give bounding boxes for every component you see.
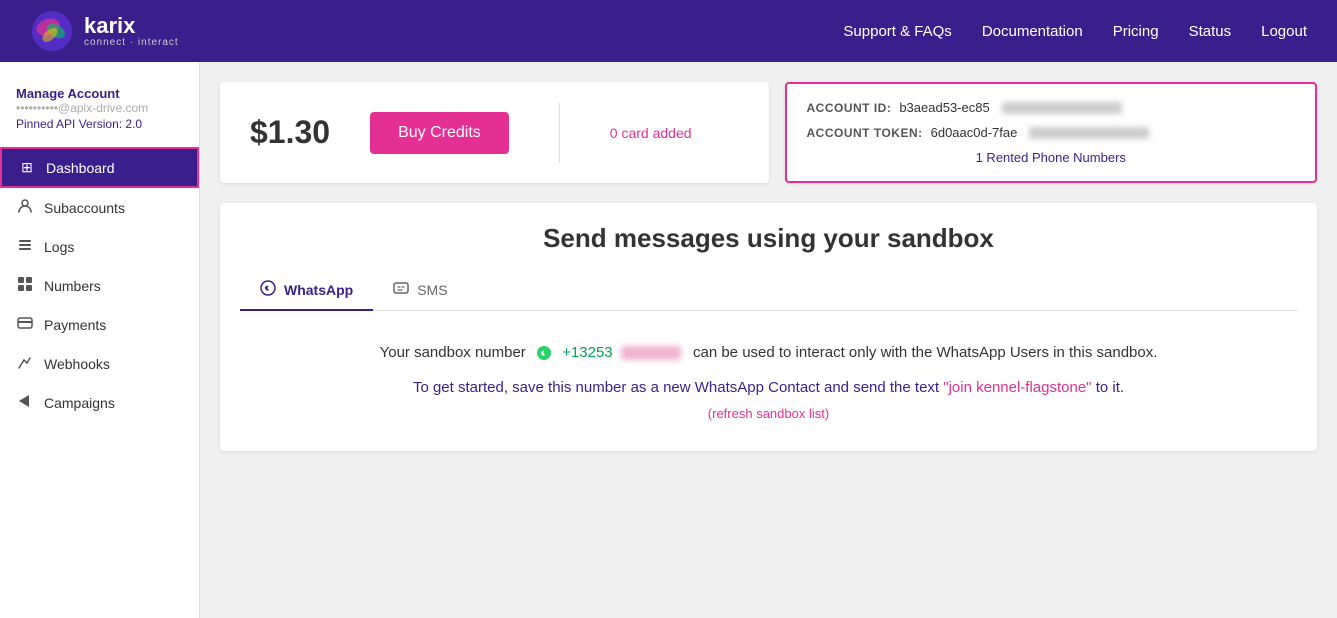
sidebar-item-campaigns[interactable]: Campaigns: [0, 383, 199, 422]
account-email: ••••••••••@apix-drive.com: [16, 101, 183, 115]
sms-tab-label: SMS: [417, 282, 447, 298]
nav-docs[interactable]: Documentation: [982, 23, 1083, 40]
sidebar-item-label: Webhooks: [44, 356, 110, 372]
sidebar-account: Manage Account ••••••••••@apix-drive.com…: [0, 78, 199, 147]
account-id-row: ACCOUNT ID: b3aead53-ec85: [807, 100, 1296, 115]
account-token-value: 6d0aac0d-7fae: [931, 125, 1018, 140]
balance-amount: $1.30: [250, 114, 330, 151]
subaccounts-icon: [16, 198, 34, 217]
account-token-row: ACCOUNT TOKEN: 6d0aac0d-7fae: [807, 125, 1296, 140]
account-id-label: ACCOUNT ID:: [807, 101, 892, 115]
sidebar-item-label: Campaigns: [44, 395, 115, 411]
logo-name: karix: [84, 15, 179, 37]
logo-text-area: karix connect · interact: [84, 15, 179, 48]
rented-phone-numbers-link[interactable]: 1 Rented Phone Numbers: [807, 150, 1296, 165]
whatsapp-tab-label: WhatsApp: [284, 282, 353, 298]
sidebar-item-label: Logs: [44, 239, 74, 255]
tab-whatsapp[interactable]: WhatsApp: [240, 270, 373, 311]
sidebar-item-dashboard[interactable]: ⊞ Dashboard: [0, 147, 199, 188]
refresh-sandbox-link[interactable]: (refresh sandbox list): [240, 406, 1297, 421]
layout: Manage Account ••••••••••@apix-drive.com…: [0, 62, 1337, 618]
card-added-status: 0 card added: [610, 125, 692, 141]
sidebar-item-logs[interactable]: Logs: [0, 227, 199, 266]
account-id-blurred: [1002, 102, 1122, 114]
sandbox-line2: To get started, save this number as a ne…: [240, 379, 1297, 396]
sandbox-phone-blurred: [621, 346, 681, 360]
manage-account-link[interactable]: Manage Account: [16, 86, 183, 101]
nav-support[interactable]: Support & FAQs: [843, 23, 951, 40]
top-cards: $1.30 Buy Credits 0 card added ACCOUNT I…: [220, 82, 1317, 183]
main-nav: Support & FAQs Documentation Pricing Sta…: [843, 23, 1307, 40]
sandbox-section: Send messages using your sandbox WhatsAp…: [220, 203, 1317, 451]
sidebar-item-webhooks[interactable]: Webhooks: [0, 344, 199, 383]
sidebar-item-numbers[interactable]: Numbers: [0, 266, 199, 305]
sandbox-phone-prefix: +13253: [562, 344, 612, 361]
sidebar-item-label: Payments: [44, 317, 106, 333]
logo-tagline: connect · interact: [84, 37, 179, 48]
sandbox-title: Send messages using your sandbox: [240, 223, 1297, 254]
main-content: $1.30 Buy Credits 0 card added ACCOUNT I…: [200, 62, 1337, 618]
numbers-icon: [16, 276, 34, 295]
account-token-blurred: [1029, 127, 1149, 139]
sms-tab-icon: [393, 280, 409, 299]
sidebar-item-label: Subaccounts: [44, 200, 125, 216]
logs-icon: [16, 237, 34, 256]
buy-credits-button[interactable]: Buy Credits: [370, 112, 509, 154]
webhooks-icon: [16, 354, 34, 373]
pinned-api-version: Pinned API Version: 2.0: [16, 117, 183, 131]
logo-area: karix connect · interact: [30, 9, 179, 53]
account-token-label: ACCOUNT TOKEN:: [807, 126, 923, 140]
nav-status[interactable]: Status: [1189, 23, 1232, 40]
whatsapp-tab-icon: [260, 280, 276, 299]
account-info-card: ACCOUNT ID: b3aead53-ec85 ACCOUNT TOKEN:…: [785, 82, 1318, 183]
campaigns-icon: [16, 393, 34, 412]
payments-icon: [16, 315, 34, 334]
nav-pricing[interactable]: Pricing: [1113, 23, 1159, 40]
sandbox-body: Your sandbox number +13253 can be used t…: [240, 331, 1297, 431]
karix-logo-icon: [30, 9, 74, 53]
sidebar-item-label: Dashboard: [46, 160, 115, 176]
sidebar-item-label: Numbers: [44, 278, 101, 294]
divider: [559, 103, 560, 163]
sidebar-item-subaccounts[interactable]: Subaccounts: [0, 188, 199, 227]
header: karix connect · interact Support & FAQs …: [0, 0, 1337, 62]
sidebar-item-payments[interactable]: Payments: [0, 305, 199, 344]
account-id-value: b3aead53-ec85: [899, 100, 989, 115]
sidebar: Manage Account ••••••••••@apix-drive.com…: [0, 62, 200, 618]
join-code: "join kennel-flagstone": [943, 379, 1091, 396]
balance-card: $1.30 Buy Credits 0 card added: [220, 82, 769, 183]
sandbox-tabs: WhatsApp SMS: [240, 270, 1297, 311]
sandbox-line1: Your sandbox number +13253 can be used t…: [240, 341, 1297, 365]
nav-logout[interactable]: Logout: [1261, 23, 1307, 40]
tab-sms[interactable]: SMS: [373, 270, 467, 311]
dashboard-icon: ⊞: [18, 159, 36, 176]
